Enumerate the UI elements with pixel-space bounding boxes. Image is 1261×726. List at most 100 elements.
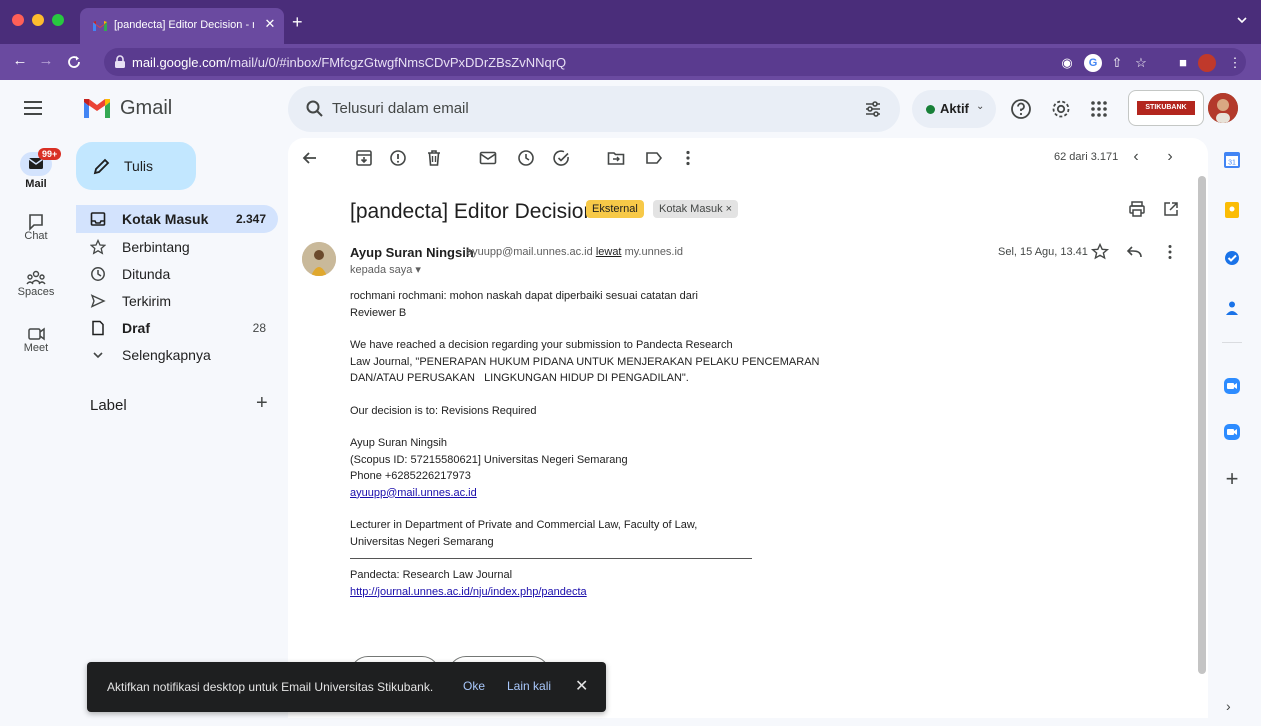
nav-item-starred[interactable]: Berbintang (76, 233, 278, 261)
status-dropdown[interactable]: Aktif ⌄ (912, 90, 996, 128)
show-side-panel-icon[interactable]: › (1226, 698, 1231, 714)
url-field[interactable]: mail.google.com/mail/u/0/#inbox/FMfcgzGt… (104, 48, 1246, 76)
gmail-window: [pandecta] Editor Decision - ro ✕ + ← → … (0, 0, 1261, 726)
star-message-icon[interactable] (1090, 242, 1110, 262)
bookmark-star-icon[interactable]: ☆ (1132, 54, 1150, 72)
svg-text:31: 31 (1228, 160, 1236, 167)
browser-menu-icon[interactable]: ⋮ (1226, 54, 1244, 72)
new-tab-button[interactable]: + (292, 13, 303, 31)
message-more-icon[interactable] (1160, 242, 1180, 262)
nav-count-drafts: 28 (252, 321, 266, 335)
add-task-icon[interactable] (552, 148, 572, 168)
zoom-app-icon[interactable] (1222, 376, 1242, 396)
message-counter: 62 dari 3.171 (1054, 151, 1119, 163)
add-label-button[interactable]: + (256, 392, 268, 415)
url-text: mail.google.com/mail/u/0/#inbox/FMfcgzGt… (132, 55, 567, 70)
sender-avatar[interactable] (302, 242, 336, 276)
signature-position: Lecturer in Department of Private and Co… (350, 519, 698, 531)
maximize-window-button[interactable] (52, 14, 64, 26)
reply-icon[interactable] (1124, 242, 1144, 262)
snackbar-later-button[interactable]: Lain kali (507, 679, 551, 693)
close-window-button[interactable] (12, 14, 24, 26)
forward-arrow-icon[interactable]: → (36, 52, 56, 69)
body-line: DAN/ATAU PERUSAKAN LINGKUNGAN HIDUP DI P… (350, 372, 689, 384)
reload-icon[interactable] (64, 54, 84, 70)
nav-label-starred: Berbintang (122, 239, 190, 255)
get-addons-icon[interactable]: + (1222, 466, 1242, 492)
signature-divider (350, 558, 752, 559)
more-options-icon[interactable] (678, 148, 698, 168)
recipient-details-toggle[interactable]: kepada saya ▾ (350, 263, 421, 276)
print-icon[interactable] (1128, 200, 1146, 218)
body-line: We have reached a decision regarding you… (350, 339, 733, 351)
google-extension-icon[interactable]: G (1084, 54, 1102, 72)
search-input[interactable]: Telusuri dalam email (332, 100, 469, 117)
browser-tab[interactable]: [pandecta] Editor Decision - ro ✕ (80, 8, 284, 44)
back-arrow-icon[interactable]: ← (10, 52, 30, 69)
account-avatar[interactable] (1208, 93, 1238, 123)
open-new-window-icon[interactable] (1162, 200, 1180, 218)
search-options-icon[interactable] (864, 100, 882, 118)
apps-grid-icon[interactable] (1088, 98, 1110, 120)
share-icon[interactable]: ⇧ (1108, 54, 1126, 72)
profile-avatar-icon[interactable] (1198, 54, 1216, 72)
archive-icon[interactable] (354, 148, 374, 168)
newer-chevron-icon[interactable]: ‹ (1126, 148, 1146, 166)
gmail-favicon-icon (93, 21, 107, 31)
zoom-app-icon[interactable] (1222, 422, 1242, 442)
sidepanel-icon[interactable]: ■ (1174, 54, 1192, 72)
journal-url-link[interactable]: http://journal.unnes.ac.id/nju/index.php… (350, 586, 587, 598)
nav-item-sent[interactable]: Terkirim (76, 287, 278, 315)
report-spam-icon[interactable] (388, 148, 408, 168)
rail-chat[interactable]: Chat (0, 210, 72, 242)
snackbar-ok-button[interactable]: Oke (463, 679, 485, 693)
label-tag-icon[interactable] (644, 148, 664, 168)
nav-item-inbox[interactable]: Kotak Masuk 2.347 (76, 205, 278, 233)
nav-label-drafts: Draf (122, 320, 151, 336)
message-date: Sel, 15 Agu, 13.41 (998, 246, 1088, 258)
delete-trash-icon[interactable] (424, 148, 444, 168)
signature-email-link[interactable]: ayuupp@mail.unnes.ac.id (350, 487, 477, 499)
nav-item-drafts[interactable]: Draf 28 (76, 314, 278, 342)
gmail-logo-icon[interactable] (82, 96, 112, 120)
calendar-icon[interactable]: 31 (1222, 150, 1242, 170)
search-bar[interactable]: Telusuri dalam email (288, 86, 900, 132)
snooze-clock-icon[interactable] (516, 148, 536, 168)
main-menu-icon[interactable] (24, 100, 44, 116)
move-to-folder-icon[interactable] (606, 148, 626, 168)
snackbar-close-icon[interactable]: ✕ (575, 676, 588, 696)
star-icon (90, 239, 106, 255)
eye-extension-icon[interactable]: ◉ (1058, 54, 1076, 72)
compose-label: Tulis (124, 158, 154, 174)
compose-button[interactable]: Tulis (76, 142, 196, 190)
rail-mail[interactable]: 99+ Mail (0, 148, 72, 190)
settings-gear-icon[interactable] (1050, 98, 1072, 120)
pencil-icon (93, 158, 110, 175)
scrollbar-thumb[interactable] (1198, 176, 1206, 674)
keep-icon[interactable] (1222, 200, 1242, 220)
rail-meet[interactable]: Meet (0, 322, 72, 354)
organization-badge[interactable]: STIKUBANK (1128, 90, 1204, 126)
signature-phone: Phone +6285226217973 (350, 470, 471, 482)
body-line: rochmani rochmani: mohon naskah dapat di… (350, 290, 698, 302)
help-icon[interactable] (1010, 98, 1032, 120)
minimize-window-button[interactable] (32, 14, 44, 26)
nav-item-more[interactable]: Selengkapnya (76, 341, 278, 369)
tab-close-icon[interactable]: ✕ (262, 16, 278, 32)
body-line: Law Journal, "PENERAPAN HUKUM PIDANA UNT… (350, 355, 820, 368)
message-body: rochmani rochmani: mohon naskah dapat di… (350, 288, 910, 600)
rail-spaces[interactable]: Spaces (0, 266, 72, 298)
search-icon[interactable] (306, 100, 324, 118)
sender-name[interactable]: Ayup Suran Ningsih (350, 245, 474, 260)
send-icon (90, 294, 106, 308)
inbox-label-chip[interactable]: Kotak Masuk × (653, 200, 739, 218)
older-chevron-icon[interactable]: › (1160, 148, 1180, 166)
tasks-icon[interactable] (1222, 248, 1242, 268)
mark-unread-icon[interactable] (478, 148, 498, 168)
back-to-inbox-icon[interactable] (300, 148, 320, 168)
tab-search-chevron-icon[interactable] (1237, 16, 1247, 24)
external-badge: Eksternal (586, 200, 644, 218)
nav-item-snoozed[interactable]: Ditunda (76, 260, 278, 288)
browser-tab-bar: [pandecta] Editor Decision - ro ✕ + (0, 0, 1261, 44)
contacts-icon[interactable] (1222, 298, 1242, 318)
